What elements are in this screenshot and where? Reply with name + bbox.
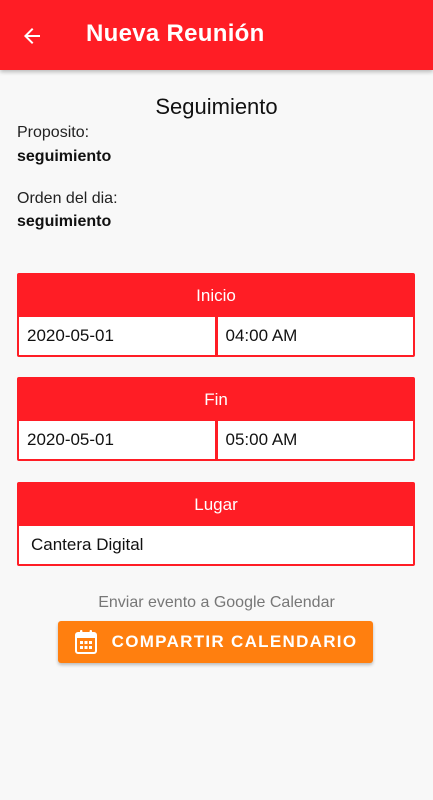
place-header: Lugar xyxy=(194,495,238,514)
purpose-value: seguimiento xyxy=(17,148,112,165)
end-header: Fin xyxy=(204,390,228,409)
start-time-field[interactable]: 04:00 AM xyxy=(217,317,413,355)
share-calendar-label: COMPARTIR CALENDARIO xyxy=(111,632,358,651)
purpose-label: Proposito: xyxy=(17,124,90,141)
place-card: Lugar Cantera Digital xyxy=(17,482,415,566)
agenda-label: Orden del dia: xyxy=(17,190,118,207)
meeting-title: Seguimiento xyxy=(155,94,278,119)
app-title: Nueva Reunión xyxy=(86,20,265,47)
end-time-field[interactable]: 05:00 AM xyxy=(217,421,413,459)
start-header: Inicio xyxy=(196,286,236,305)
agenda-value: seguimiento xyxy=(17,213,112,230)
share-hint: Enviar evento a Google Calendar xyxy=(98,594,335,611)
arrow-back-icon xyxy=(24,28,40,44)
end-card: Fin 2020-05-01 05:00 AM xyxy=(17,377,415,461)
start-date-field[interactable]: 2020-05-01 xyxy=(19,317,215,355)
end-date-field[interactable]: 2020-05-01 xyxy=(19,421,215,459)
app-bar: Nueva Reunión xyxy=(0,0,433,70)
place-field[interactable]: Cantera Digital xyxy=(19,526,413,564)
start-card: Inicio 2020-05-01 04:00 AM xyxy=(17,273,415,357)
calendar-icon xyxy=(74,629,98,655)
back-button[interactable] xyxy=(18,22,46,50)
share-calendar-button[interactable]: COMPARTIR CALENDARIO xyxy=(58,621,373,663)
